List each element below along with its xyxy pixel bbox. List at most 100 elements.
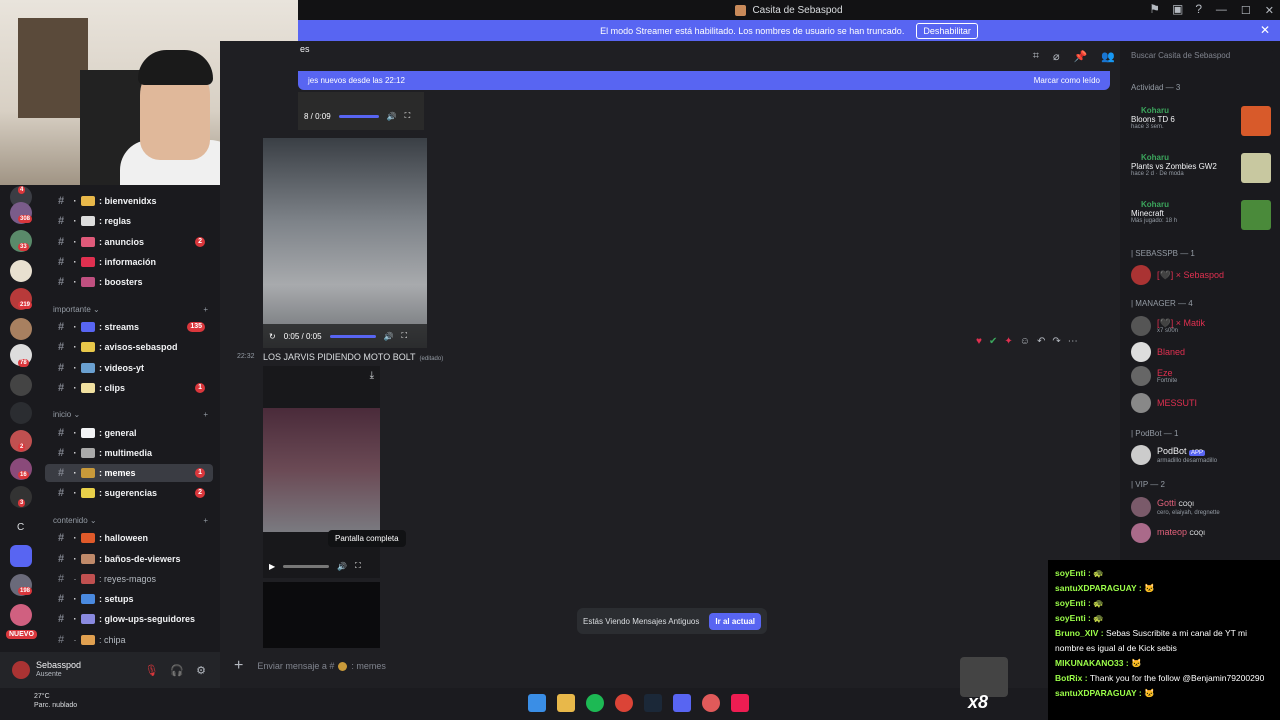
server-icon[interactable] [10,260,32,282]
windows-start-icon[interactable] [528,694,546,712]
server-letter[interactable]: C [17,522,24,533]
member-item[interactable]: Blaned [1131,341,1185,363]
tiktok-icon[interactable] [731,694,749,712]
channel-general[interactable]: # ·: general [45,424,213,442]
minimize-button[interactable]: — [1216,4,1227,16]
video-player[interactable]: ↻ 0:05 / 0:05 🔊 ⛶ [263,138,427,348]
add-reaction-icon[interactable]: ☺ [1020,336,1030,347]
video-player[interactable]: 8 / 0:09 🔊 ⛶ [298,92,424,130]
server-icon[interactable] [10,402,32,424]
new-messages-bar[interactable]: jes nuevos desde las 22:12 Marcar como l… [298,71,1110,90]
members-icon[interactable]: 👥 [1101,50,1115,63]
flag-icon[interactable]: ⚑ [1149,2,1160,16]
mic-muted-icon[interactable]: 🎙 [144,664,158,677]
channel-clips[interactable]: # ·: clips 1 [45,379,213,397]
server-icon[interactable] [10,374,32,396]
member-item[interactable]: PodBot APP armadillo desarmadillo [1131,444,1217,466]
disable-streamer-button[interactable]: Deshabilitar [916,22,978,39]
channel-videos-yt[interactable]: # ·: videos-yt [45,359,213,377]
category-inicio[interactable]: inicio ⌄ + [53,410,208,419]
activity-card[interactable]: Koharu Bloons TD 6 hace 3 sem. [1131,106,1271,146]
activity-card[interactable]: Koharu Plants vs Zombies GW2 hace 2 d · … [1131,153,1271,193]
server-icon[interactable] [10,318,32,340]
search-input[interactable]: Buscar Casita de Sebaspod [1125,48,1273,65]
check-reaction-icon[interactable]: ✔ [989,336,997,347]
app-icon[interactable] [702,694,720,712]
reply-icon[interactable]: ↶ [1037,336,1045,347]
discord-icon[interactable] [673,694,691,712]
channel-halloween[interactable]: # ·: halloween [45,529,213,547]
heart-reaction-icon[interactable]: ♥ [976,336,982,347]
volume-icon[interactable]: 🔊 [384,332,394,341]
volume-icon[interactable]: 🔊 [387,112,397,121]
member-item[interactable]: mateop COQI [1131,522,1205,544]
channel-label: : bienvenidxs [99,196,157,206]
replay-icon[interactable]: ↻ [269,332,276,341]
channel-boosters[interactable]: # ·: boosters [45,273,213,291]
add-attachment-icon[interactable]: + [234,657,243,675]
channel-chipa[interactable]: # ·: chipa [45,631,213,649]
fullscreen-icon[interactable]: ⛶ [401,331,407,341]
server-icon[interactable] [10,545,32,567]
threads-icon[interactable]: ⌗ [1033,50,1039,63]
video-progress[interactable] [338,114,379,118]
help-icon[interactable]: ? [1195,2,1202,16]
close-button[interactable]: ✕ [1265,4,1274,17]
more-icon[interactable]: ⋯ [1068,336,1078,347]
server-icon[interactable] [10,604,32,626]
member-name: MESSUTI [1157,398,1198,408]
maximize-button[interactable]: ☐ [1241,4,1251,17]
add-channel-icon[interactable]: + [203,410,208,419]
channel-memes[interactable]: # ·: memes 1 [45,464,213,482]
fullscreen-icon[interactable]: ⛶ [355,561,361,571]
member-item[interactable]: Eze Fortnite [1131,365,1177,387]
channel-sugerencias[interactable]: # ·: sugerencias 2 [45,484,213,502]
channel-reglas[interactable]: # ·: reglas [45,212,213,230]
video-progress[interactable] [283,564,330,568]
channel-baños-de-viewers[interactable]: # ·: baños-de-viewers [45,550,213,568]
member-item[interactable]: [🖤] × Matik x7 s00n [1131,315,1205,337]
fullscreen-icon[interactable]: ⛶ [405,111,411,121]
member-item[interactable]: MESSUTI [1131,392,1197,414]
channel-glow-ups-seguidores[interactable]: # ·: glow-ups-seguidores [45,610,213,628]
headset-muted-icon[interactable]: 🎧 [170,664,184,677]
category-contenido[interactable]: contenido ⌄ + [53,516,208,525]
video-progress[interactable] [329,334,376,338]
avatar[interactable] [12,661,30,679]
chrome-icon[interactable] [615,694,633,712]
volume-icon[interactable]: 🔊 [337,562,347,571]
channel-bienvenidxs[interactable]: # ·: bienvenidxs [45,192,213,210]
forward-icon[interactable]: ↷ [1052,336,1060,347]
mark-read-button[interactable]: Marcar como leído [1034,76,1100,85]
chat-text: 🐢 [1093,613,1104,623]
spotify-icon[interactable] [586,694,604,712]
jump-to-present-button[interactable]: Ir al actual [709,612,761,630]
member-item[interactable]: [🖤] × Sebaspod [1131,264,1224,286]
category-importante[interactable]: importante ⌄ + [53,305,208,314]
inbox-icon[interactable]: ▣ [1172,2,1183,16]
channel-setups[interactable]: # ·: setups [45,590,213,608]
channel-multimedia[interactable]: # ·: multimedia [45,444,213,462]
channel-anuncios[interactable]: # ·: anuncios 2 [45,233,213,251]
user-info[interactable]: Sebasspod Ausente [36,660,81,680]
add-channel-icon[interactable]: + [203,516,208,525]
steam-icon[interactable] [644,694,662,712]
activity-card[interactable]: Koharu Minecraft Más jugado: 18 h [1131,200,1271,240]
video-player[interactable] [263,582,380,648]
add-channel-icon[interactable]: + [203,305,208,314]
banner-text: El modo Streamer está habilitado. Los no… [600,25,905,36]
file-explorer-icon[interactable] [557,694,575,712]
channel-reyes-magos[interactable]: # ·: reyes-magos [45,570,213,588]
member-item[interactable]: Gotti COQI cero, elaiyah, dregnette [1131,496,1220,518]
play-icon[interactable]: ▶ [269,562,275,571]
mute-icon[interactable]: ⌀ [1053,50,1060,63]
pin-icon[interactable]: 📌 [1074,50,1088,63]
close-icon[interactable]: ✕ [1260,23,1270,37]
reaction-icon[interactable]: ✦ [1004,336,1012,347]
channel-avisos-sebaspod[interactable]: # ·: avisos-sebaspod [45,338,213,356]
channel-streams[interactable]: # ·: streams 135 [45,318,213,336]
settings-icon[interactable]: ⚙ [196,664,206,677]
download-icon[interactable]: ⤓ [370,370,374,381]
weather-widget[interactable]: 27°C Parc. nublado [10,692,77,710]
channel-información[interactable]: # ·: información [45,253,213,271]
